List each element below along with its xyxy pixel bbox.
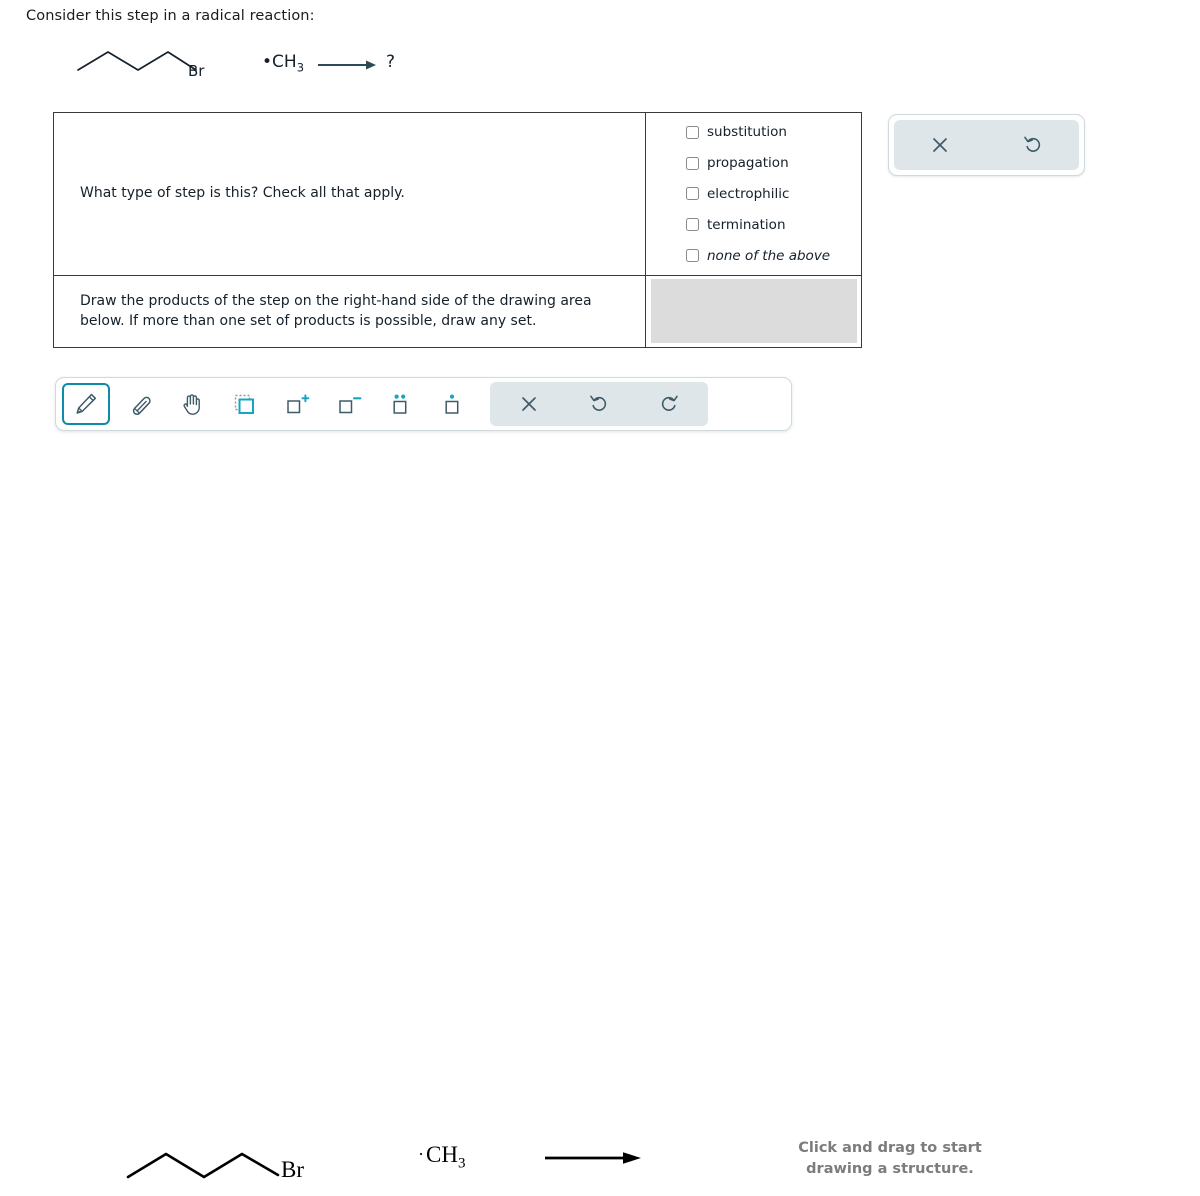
undo-icon xyxy=(1023,136,1040,152)
toolbar-action-group xyxy=(490,382,708,426)
radical-dot-canvas: · xyxy=(418,1144,424,1164)
methyl-radical-canvas: ·CH3 xyxy=(418,1142,465,1173)
undo-answer-button[interactable] xyxy=(1013,125,1053,165)
drawing-toolbar xyxy=(55,377,792,431)
checkbox-row-termination[interactable]: termination xyxy=(686,209,861,240)
checkbox-label-electrophilic: electrophilic xyxy=(707,185,790,202)
undo-icon xyxy=(590,395,607,411)
answer-cell[interactable] xyxy=(646,276,861,347)
pencil-icon xyxy=(76,393,97,414)
drawing-hint-line1: Click and drag to start xyxy=(798,1140,982,1156)
pan-tool[interactable] xyxy=(166,383,218,425)
radical-tool[interactable] xyxy=(426,383,478,425)
checkbox-substitution[interactable] xyxy=(686,125,699,139)
template-icon xyxy=(234,394,254,414)
positive-charge-tool[interactable] xyxy=(270,383,322,425)
methyl-subscript-top: 3 xyxy=(296,60,305,75)
answer-input-area[interactable] xyxy=(651,279,857,343)
methyl-text-top: CH xyxy=(272,52,297,72)
radical-icon xyxy=(445,394,459,414)
checkbox-label-termination: termination xyxy=(707,216,786,233)
negative-charge-tool[interactable] xyxy=(322,383,374,425)
reaction-arrow-top xyxy=(318,56,376,75)
page-title: Consider this step in a radical reaction… xyxy=(26,8,315,24)
options-cell: substitution propagation electrophilic t… xyxy=(646,113,861,275)
checkbox-row-propagation[interactable]: propagation xyxy=(686,148,861,179)
instruction-cell: Draw the products of the step on the rig… xyxy=(54,276,646,347)
plus-charge-icon xyxy=(287,394,310,414)
checkbox-row-none-of-the-above[interactable]: none of the above xyxy=(686,240,861,271)
checkbox-propagation[interactable] xyxy=(686,156,699,170)
instruction-text: Draw the products of the step on the rig… xyxy=(80,293,592,329)
answer-controls-panel xyxy=(888,114,1085,176)
checkbox-termination[interactable] xyxy=(686,218,699,232)
clear-canvas-button[interactable] xyxy=(494,383,564,425)
x-icon xyxy=(522,397,536,411)
radical-dot-top: • xyxy=(262,52,273,72)
checkbox-electrophilic[interactable] xyxy=(686,187,699,201)
lone-pair-icon xyxy=(393,394,407,414)
redo-icon xyxy=(661,395,678,411)
methyl-text-canvas: CH xyxy=(426,1142,458,1167)
drawing-hint-line2: drawing a structure. xyxy=(806,1160,974,1177)
pencil-tool[interactable] xyxy=(62,383,110,425)
methyl-radical-top: •CH3 xyxy=(262,52,304,74)
eraser-icon xyxy=(132,396,151,416)
drawing-canvas[interactable]: Br ·CH3 Click and drag to start drawing … xyxy=(0,450,1200,1182)
answer-controls-group xyxy=(894,120,1079,170)
bromine-label-canvas: Br xyxy=(281,1157,304,1182)
question-cell: What type of step is this? Check all tha… xyxy=(54,113,646,275)
question-text: What type of step is this? Check all tha… xyxy=(80,185,405,202)
checkbox-row-substitution[interactable]: substitution xyxy=(686,117,861,148)
unknown-product-top: ? xyxy=(386,52,396,72)
checkbox-row-electrophilic[interactable]: electrophilic xyxy=(686,179,861,210)
eraser-tool[interactable] xyxy=(114,383,166,425)
clear-answer-button[interactable] xyxy=(920,125,960,165)
reaction-arrow-canvas xyxy=(545,1150,641,1170)
checkbox-label-propagation: propagation xyxy=(707,155,789,172)
drawing-hint: Click and drag to start drawing a struct… xyxy=(770,1138,1010,1179)
checkbox-label-none-of-the-above: none of the above xyxy=(707,247,831,264)
template-tool[interactable] xyxy=(218,383,270,425)
minus-charge-icon xyxy=(339,397,362,414)
question-table: What type of step is this? Check all tha… xyxy=(53,112,862,348)
undo-button[interactable] xyxy=(564,383,634,425)
lone-pair-tool[interactable] xyxy=(374,383,426,425)
redo-button[interactable] xyxy=(634,383,704,425)
methyl-subscript-canvas: 3 xyxy=(457,1155,466,1172)
table-row-draw-products: Draw the products of the step on the rig… xyxy=(54,276,861,347)
checkbox-none-of-the-above[interactable] xyxy=(686,249,699,263)
hand-icon xyxy=(183,394,200,415)
x-icon xyxy=(933,138,948,152)
table-row-question-type: What type of step is this? Check all tha… xyxy=(54,113,861,276)
checkbox-label-substitution: substitution xyxy=(707,124,787,141)
